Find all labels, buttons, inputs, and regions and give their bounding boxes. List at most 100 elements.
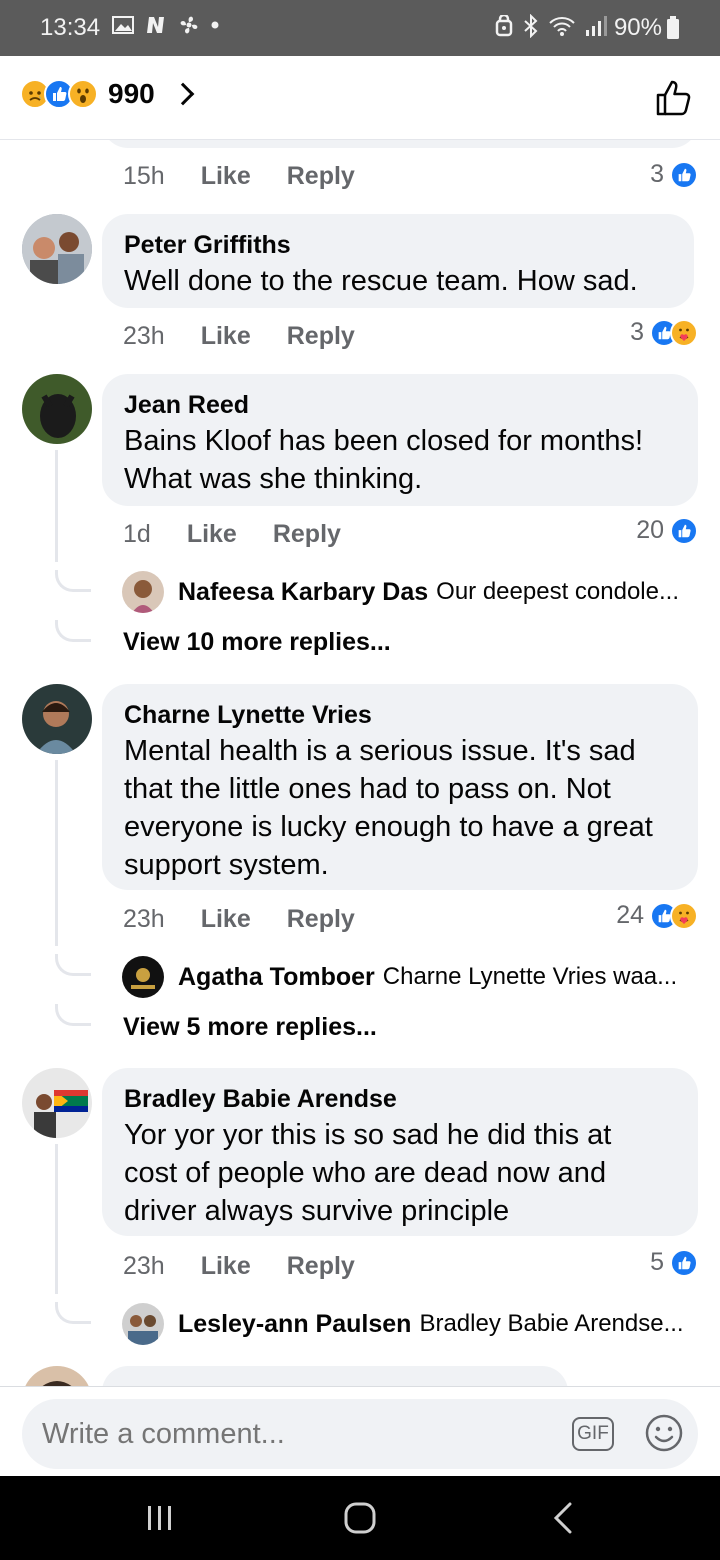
thread-elbow	[55, 954, 91, 976]
comment-time: 1d	[123, 519, 151, 548]
status-bar: 13:34 90%	[0, 0, 720, 56]
comment-time: 23h	[123, 904, 165, 933]
comments-sheet: 990 15h Like Reply 3 Peter Griffiths Wel…	[0, 56, 720, 1476]
comment-actions: 23h Like Reply	[123, 899, 391, 939]
reaction-count: 3	[650, 160, 664, 188]
reaction-count: 990	[108, 78, 155, 109]
gif-button[interactable]: GIF	[572, 1417, 614, 1451]
comment-text-line: What was she thinking.	[124, 463, 423, 495]
reply-text: Bradley Babie Arendse...	[419, 1310, 684, 1337]
reply-button[interactable]: Reply	[287, 162, 355, 191]
avatar[interactable]	[122, 571, 164, 613]
wow-reaction-icon	[68, 79, 98, 109]
view-more-replies-link[interactable]: View 10 more replies...	[123, 628, 391, 657]
reply-text: Our deepest condole...	[436, 578, 679, 605]
reply-author[interactable]: Lesley-ann Paulsen	[178, 1310, 411, 1339]
reply-button[interactable]: Reply	[287, 322, 355, 351]
avatar[interactable]	[22, 214, 92, 284]
home-icon[interactable]	[340, 1498, 380, 1538]
avatar[interactable]	[22, 1366, 92, 1386]
comment-reactions[interactable]: 3	[650, 160, 698, 189]
battery-icon	[667, 16, 679, 39]
like-button[interactable]: Like	[187, 520, 237, 549]
thread-elbow	[55, 1004, 91, 1026]
comment-bubble: Bradley Babie Arendse Yor yor yor this i…	[102, 1068, 698, 1236]
reply-author[interactable]: Agatha Tomboer	[178, 963, 375, 992]
alarm-icon	[495, 15, 513, 37]
system-nav-bar	[0, 1476, 720, 1560]
comment-time: 23h	[123, 1251, 165, 1280]
avatar[interactable]	[122, 956, 164, 998]
avatar[interactable]	[22, 684, 92, 754]
avatar[interactable]	[122, 1303, 164, 1345]
comment-text-line: that the little ones had to pass on. Not	[124, 773, 611, 805]
status-icons-left	[112, 14, 220, 36]
reply-preview[interactable]: Nafeesa Karbary Das Our deepest condole.…	[122, 570, 679, 614]
thread-elbow	[55, 570, 91, 592]
comment-author[interactable]: Jean Reed	[124, 388, 678, 422]
fan-icon	[180, 16, 198, 34]
comment-text-line: Yor yor yor this is so sad he did this a…	[124, 1119, 612, 1151]
thread-elbow	[55, 620, 91, 642]
comment-text-line: cost of people who are dead now and	[124, 1157, 607, 1189]
like-button[interactable]: Like	[201, 905, 251, 934]
like-outline-icon[interactable]	[654, 78, 694, 118]
comment-actions: 15h Like Reply	[123, 156, 391, 196]
comment-actions: 1d Like Reply	[123, 514, 377, 554]
dot-icon	[211, 21, 219, 29]
status-time: 13:34	[40, 14, 101, 41]
like-icon	[670, 160, 698, 189]
bluetooth-icon	[524, 14, 538, 38]
care-icon	[670, 901, 698, 930]
like-button[interactable]: Like	[201, 162, 251, 191]
status-icons-right	[494, 14, 608, 38]
comment-text-line: support system.	[124, 849, 329, 881]
comment-reactions[interactable]: 24	[616, 901, 698, 930]
reply-button[interactable]: Reply	[287, 905, 355, 934]
comment-text-line: everyone is lucky enough to have a great	[124, 811, 653, 843]
comment-bubble: Charne Lynette Vries Mental health is a …	[102, 684, 698, 890]
reply-button[interactable]: Reply	[287, 1252, 355, 1281]
comment-author[interactable]: Charne Lynette Vries	[124, 698, 678, 732]
reply-author[interactable]: Nafeesa Karbary Das	[178, 578, 428, 607]
comment-reactions[interactable]: 5	[650, 1248, 698, 1277]
wifi-icon	[549, 17, 575, 36]
smiley-icon[interactable]	[644, 1413, 684, 1453]
comment-author[interactable]: Bradley Babie Arendse	[124, 1082, 678, 1116]
comment-bubble: Peter Griffiths Well done to the rescue …	[102, 214, 694, 308]
comment-reactions[interactable]: 3	[630, 318, 698, 347]
avatar[interactable]	[22, 374, 92, 444]
battery-percent: 90%	[613, 14, 662, 41]
image-icon	[112, 16, 134, 34]
reply-button[interactable]: Reply	[273, 520, 341, 549]
avatar[interactable]	[22, 1068, 92, 1138]
reply-text: Charne Lynette Vries waa...	[382, 963, 678, 990]
view-more-replies-link[interactable]: View 5 more replies...	[123, 1013, 377, 1042]
battery-indicator: 90%	[614, 14, 680, 42]
comment-bubble: Jean Reed Bains Kloof has been closed fo…	[102, 374, 698, 506]
comment-partial-top	[102, 140, 698, 148]
comment-text: Well done to the rescue team. How sad.	[124, 265, 638, 297]
reaction-summary[interactable]: 990	[20, 78, 195, 110]
signal-icon	[586, 16, 607, 36]
thread-elbow	[55, 1302, 91, 1324]
comment-text-line: driver always survive principle	[124, 1195, 510, 1227]
like-button[interactable]: Like	[201, 1252, 251, 1281]
reaction-count: 24	[616, 901, 644, 929]
comment-author[interactable]: Peter Griffiths	[124, 228, 674, 262]
comment-reactions[interactable]: 20	[636, 516, 698, 545]
thread-line	[55, 1144, 58, 1294]
chevron-right-icon	[171, 82, 195, 106]
comment-time: 15h	[123, 161, 165, 190]
comment-composer: GIF	[0, 1386, 720, 1476]
comment-list: 15h Like Reply 3 Peter Griffiths Well do…	[0, 140, 720, 1386]
comment-actions: 23h Like Reply	[123, 316, 391, 356]
like-button[interactable]: Like	[201, 322, 251, 351]
back-icon[interactable]	[544, 1498, 584, 1538]
sheet-header: 990	[0, 56, 720, 140]
reply-preview[interactable]: Agatha Tomboer Charne Lynette Vries waa.…	[122, 955, 677, 999]
comment-text-line: Bains Kloof has been closed for months!	[124, 425, 644, 457]
like-icon	[670, 1248, 698, 1277]
reply-preview[interactable]: Lesley-ann Paulsen Bradley Babie Arendse…	[122, 1302, 684, 1346]
recent-apps-icon[interactable]	[140, 1498, 180, 1538]
